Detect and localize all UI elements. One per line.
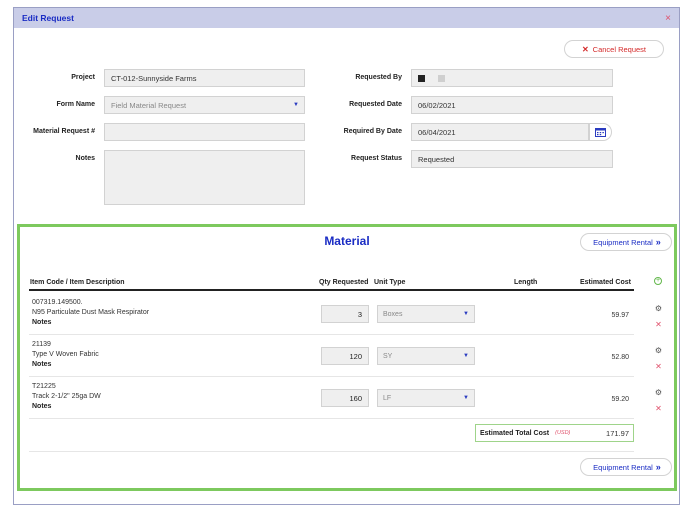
calendar-icon bbox=[595, 128, 606, 137]
double-chevron-right-icon: » bbox=[655, 462, 661, 472]
equipment-rental-label: Equipment Rental bbox=[593, 462, 653, 472]
gear-icon[interactable]: ⚙ bbox=[654, 346, 663, 355]
redacted-block bbox=[418, 74, 425, 82]
required-by-date-field[interactable]: 06/04/2021 bbox=[411, 123, 589, 141]
header-item: Item Code / Item Description bbox=[30, 279, 125, 286]
item-code: 21139 bbox=[32, 341, 51, 348]
unit-select[interactable]: LF ▼ bbox=[377, 389, 475, 407]
table-row: 21139 Type V Woven Fabric Notes 120 SY ▼… bbox=[29, 335, 634, 377]
item-cost: 52.80 bbox=[611, 354, 629, 361]
header-unit: Unit Type bbox=[374, 279, 406, 286]
material-section: Material Equipment Rental » Item Code / … bbox=[17, 224, 677, 491]
chevron-down-icon: ▼ bbox=[293, 102, 299, 108]
unit-value: Boxes bbox=[383, 310, 403, 318]
cancel-request-label: Cancel Request bbox=[592, 44, 647, 54]
table-row: T21225 Track 2-1/2" 25ga DW Notes 160 LF… bbox=[29, 377, 634, 419]
chevron-down-icon: ▼ bbox=[463, 353, 469, 359]
requested-by-field[interactable] bbox=[411, 69, 613, 87]
item-description: Type V Woven Fabric bbox=[32, 351, 99, 358]
header-length: Length bbox=[514, 279, 538, 286]
item-notes[interactable]: Notes bbox=[32, 361, 51, 368]
cancel-request-button[interactable]: ✕ Cancel Request bbox=[564, 40, 664, 58]
equipment-rental-button-top[interactable]: Equipment Rental » bbox=[580, 233, 672, 251]
requested-by-label: Requested By bbox=[355, 74, 402, 81]
item-code: 007319.149500. bbox=[32, 299, 83, 306]
item-description: Track 2-1/2" 25ga DW bbox=[32, 393, 101, 400]
redacted-block bbox=[438, 74, 445, 82]
double-chevron-right-icon: » bbox=[655, 237, 661, 247]
required-by-date-label: Required By Date bbox=[343, 128, 402, 135]
qty-input[interactable]: 160 bbox=[321, 389, 369, 407]
header-cost: Estimated Cost bbox=[580, 279, 631, 286]
total-label: Estimated Total Cost bbox=[480, 429, 550, 437]
unit-select[interactable]: SY ▼ bbox=[377, 347, 475, 365]
item-notes[interactable]: Notes bbox=[32, 403, 51, 410]
table-row: 007319.149500. N95 Particulate Dust Mask… bbox=[29, 293, 634, 335]
qty-input[interactable]: 3 bbox=[321, 305, 369, 323]
project-field[interactable]: CT-012-Sunnyside Farms bbox=[104, 69, 305, 87]
item-description: N95 Particulate Dust Mask Respirator bbox=[32, 309, 150, 316]
qty-input[interactable]: 120 bbox=[321, 347, 369, 365]
item-notes[interactable]: Notes bbox=[32, 319, 51, 326]
equipment-rental-label: Equipment Rental bbox=[593, 237, 653, 247]
close-icon[interactable]: × bbox=[665, 13, 671, 24]
item-cost: 59.20 bbox=[611, 396, 629, 403]
unit-select[interactable]: Boxes ▼ bbox=[377, 305, 475, 323]
material-title: Material bbox=[324, 234, 370, 248]
request-status-field: Requested bbox=[411, 150, 613, 168]
delete-icon[interactable]: ✕ bbox=[654, 404, 663, 413]
project-label: Project bbox=[71, 74, 95, 81]
gear-icon[interactable]: ⚙ bbox=[654, 388, 663, 397]
modal-header: Edit Request × bbox=[14, 8, 679, 28]
delete-icon[interactable]: ✕ bbox=[654, 320, 663, 329]
divider bbox=[29, 451, 634, 452]
x-icon: ✕ bbox=[581, 44, 589, 54]
chevron-down-icon: ▼ bbox=[463, 395, 469, 401]
form-name-value: Field Material Request bbox=[111, 100, 187, 110]
gear-icon[interactable]: ⚙ bbox=[654, 304, 663, 313]
material-request-no-field[interactable] bbox=[104, 123, 305, 141]
form-name-select[interactable]: Field Material Request ▼ bbox=[104, 96, 305, 114]
notes-textarea[interactable] bbox=[104, 150, 305, 205]
equipment-rental-button-bottom[interactable]: Equipment Rental » bbox=[580, 458, 672, 476]
total-currency: (USD) bbox=[555, 430, 571, 436]
requested-date-label: Requested Date bbox=[349, 101, 402, 108]
item-cost: 59.97 bbox=[611, 312, 629, 319]
material-request-no-label: Material Request # bbox=[33, 128, 95, 135]
requested-date-field[interactable]: 06/02/2021 bbox=[411, 96, 613, 114]
estimated-total-box: Estimated Total Cost (USD) 171.97 bbox=[475, 424, 634, 442]
calendar-button[interactable] bbox=[589, 123, 612, 141]
unit-value: LF bbox=[383, 394, 392, 402]
unit-value: SY bbox=[383, 352, 393, 360]
modal-title: Edit Request bbox=[22, 13, 74, 23]
request-status-label: Request Status bbox=[351, 155, 402, 162]
chevron-down-icon: ▼ bbox=[463, 311, 469, 317]
header-qty: Qty Requested bbox=[319, 279, 369, 286]
form-name-label: Form Name bbox=[56, 101, 95, 108]
notes-label: Notes bbox=[75, 155, 95, 162]
header-divider bbox=[29, 289, 634, 291]
edit-request-modal: Edit Request × ✕ Cancel Request Project … bbox=[13, 7, 680, 505]
add-icon[interactable]: + bbox=[654, 277, 662, 285]
item-code: T21225 bbox=[32, 383, 56, 390]
total-value: 171.97 bbox=[606, 428, 629, 438]
delete-icon[interactable]: ✕ bbox=[654, 362, 663, 371]
